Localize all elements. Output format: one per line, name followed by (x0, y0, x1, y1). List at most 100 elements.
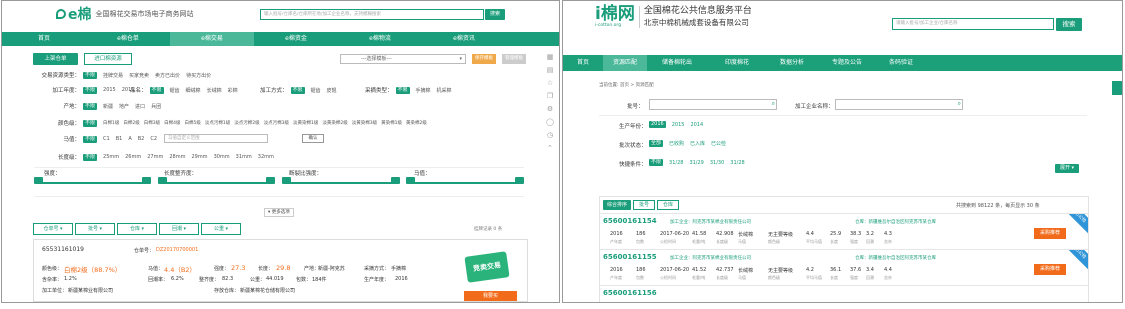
nav-news[interactable]: e棉资讯 (422, 32, 506, 46)
filter-option[interactable]: 待买方出价 (186, 72, 211, 79)
year-option[interactable]: 2015 (672, 122, 685, 128)
filter-option[interactable]: 黄染棉2级 (406, 120, 427, 126)
sort-warehouse[interactable]: 仓库 (657, 200, 679, 210)
filter-option[interactable]: 2015 (103, 87, 116, 93)
nav-trading[interactable]: e棉交易 (170, 32, 254, 46)
filter-option[interactable]: 白棉1级 (103, 120, 119, 126)
result-row[interactable]: 65600161155 加工企业：阿克苏市某棉业有限责任公司 仓库：新疆维吾尔自治区… (600, 249, 1088, 283)
filter-option[interactable]: 白棉3级 (144, 120, 160, 126)
filter-option[interactable]: 淡点污棉2级 (234, 120, 259, 126)
nav-funds[interactable]: e棉资金 (254, 32, 338, 46)
status-option[interactable]: 已公检 (711, 140, 726, 147)
nav-india-cotton[interactable]: 印度棉花 (707, 55, 767, 71)
strength-slider[interactable] (36, 182, 148, 184)
lot-number[interactable]: 65600161156 (603, 289, 657, 297)
grid-icon[interactable]: ▦ (547, 53, 554, 61)
row-warehouse[interactable]: 仓库：新疆维吾尔自治区阿克苏市某仓库 (855, 219, 936, 225)
lot-number[interactable]: 65600161155 (603, 253, 657, 261)
nav-analytics[interactable]: 数据分析 (767, 55, 817, 71)
row-maker[interactable]: 加工企业：阿克苏市某棉业有限责任公司 (670, 255, 751, 261)
filter-any-tag[interactable]: 不限 (149, 86, 164, 94)
filter-option[interactable]: 淡黄染棉2级 (322, 120, 347, 126)
year-option[interactable]: 2014 (690, 122, 703, 128)
filter-option[interactable]: 卖方已出价 (155, 72, 180, 79)
chat-icon[interactable]: ◯ (546, 118, 554, 126)
status-option[interactable]: 全部 (649, 140, 664, 147)
lot-input[interactable]: ⌕ (649, 99, 777, 110)
recommend-button[interactable]: 采购推荐 (1034, 228, 1066, 239)
filter-option[interactable]: 白棉4级 (164, 120, 180, 126)
sort-warehouse[interactable]: 仓库 ▾ (117, 223, 157, 235)
recommend-button[interactable]: 采购推荐 (1034, 264, 1066, 275)
quick-option[interactable]: 31/28 (669, 160, 683, 166)
nav-resource-match[interactable]: 资源匹配 (603, 55, 647, 71)
floating-toolbar[interactable] (1112, 81, 1122, 95)
filter-option[interactable]: 27mm (147, 154, 163, 160)
filter-option[interactable]: B2 (138, 136, 145, 142)
clock-icon[interactable]: ◷ (547, 131, 553, 139)
row-warehouse[interactable]: 仓库：新疆维吾尔自治区阿克苏市某仓库 (855, 255, 936, 261)
result-row[interactable]: 65600161154 加工企业：阿克苏市某棉业有限责任公司 仓库：新疆维吾尔自治区… (600, 213, 1088, 247)
filter-option[interactable]: 皮辊 (327, 87, 337, 94)
search-icon[interactable]: ⌕ (958, 100, 961, 108)
nav-logistics[interactable]: e棉物流 (338, 32, 422, 46)
filter-option[interactable]: 锯齿 (311, 87, 321, 94)
uniformity-max-handle[interactable] (266, 177, 275, 184)
mic-min-handle[interactable] (406, 177, 415, 184)
filter-any-tag[interactable]: 不限 (83, 153, 98, 161)
filter-option[interactable]: C2 (150, 136, 157, 142)
filter-option[interactable]: 淡黄染棉3级 (352, 120, 377, 126)
copy-icon[interactable]: ❐ (547, 92, 553, 100)
nav-home[interactable]: 首页 (2, 32, 86, 46)
sort-lot[interactable]: 批号 ▾ (75, 223, 115, 235)
top-icon[interactable]: ⌃ (547, 144, 553, 152)
filter-option[interactable]: C1 (103, 136, 110, 142)
uniformity-min-handle[interactable] (158, 177, 167, 184)
filter-option[interactable]: 淡点污棉1级 (205, 120, 230, 126)
filter-option[interactable]: 长绒棉 (207, 87, 222, 94)
i-cotton-logo[interactable]: i棉网 i-cotton.org 全国棉花公共信息服务平台 北京中棉机械成套设备… (595, 5, 752, 28)
filter-option[interactable]: 挂牌交易 (103, 72, 123, 79)
receipt-card[interactable]: 65531161019 仓单号： DZ20170700001 颜色级： 白棉2级… (33, 239, 528, 302)
sort-weight[interactable]: 公重 ▾ (201, 223, 241, 235)
filter-any-tag[interactable]: 不限 (83, 102, 98, 110)
manage-template-button[interactable]: 管理模板 (502, 54, 526, 64)
cert-value[interactable]: DZ20170700001 (156, 247, 198, 253)
tab-import-cotton[interactable]: 进口棉资源 (84, 53, 132, 65)
break-min-handle[interactable] (282, 177, 291, 184)
tab-listed-receipts[interactable]: 上架仓单 (33, 53, 78, 65)
result-row[interactable]: 65600161156 (600, 285, 1088, 302)
filter-option[interactable]: 白棉2级 (123, 120, 139, 126)
mic-max-handle[interactable] (515, 177, 524, 184)
search-input[interactable]: 请输入批号/加工企业/仓库名称 (892, 18, 1054, 30)
mic-range-input[interactable]: 马值自定义范围 (164, 134, 268, 143)
search-button[interactable]: 搜索 (485, 9, 505, 20)
nav-topics[interactable]: 专题及公告 (817, 55, 877, 71)
filter-option[interactable]: 手摘棉 (416, 87, 431, 94)
nav-barcode[interactable]: 条码验证 (877, 55, 925, 71)
filter-any-tag[interactable]: 不限 (83, 119, 98, 127)
filter-any-tag[interactable]: 不限 (395, 86, 410, 94)
expand-button[interactable]: 展开 ▾ (1055, 164, 1079, 173)
break-max-handle[interactable] (391, 177, 400, 184)
filter-any-tag[interactable]: 不限 (83, 71, 98, 79)
filter-option[interactable]: 新疆 (103, 103, 113, 110)
nav-warehouse-receipt[interactable]: e棉仓单 (86, 32, 170, 46)
mic-confirm-button[interactable]: 确认 (302, 134, 324, 143)
filter-option[interactable]: 机采棉 (437, 87, 452, 94)
filter-any-tag[interactable]: 不限 (83, 135, 98, 143)
filter-option[interactable]: 淡黄染棉1级 (293, 120, 318, 126)
nav-reserve[interactable]: 储备棉轮出 (647, 55, 707, 71)
filter-option[interactable]: 白棉5级 (185, 120, 201, 126)
filter-option[interactable]: 进口 (135, 103, 145, 110)
uniformity-slider[interactable] (160, 182, 272, 184)
search-button[interactable]: 搜索 (1056, 18, 1082, 31)
filter-option[interactable]: 彩棉 (228, 87, 238, 94)
filter-option[interactable]: 32mm (258, 154, 274, 160)
search-input[interactable]: 输入批号/仓库名/仓库所在地/加工企业名称，支持模糊搜索 (260, 9, 484, 20)
filter-option[interactable]: B1 (116, 136, 123, 142)
sort-lot[interactable]: 批号 (633, 200, 655, 210)
e-cotton-logo[interactable]: e棉 全国棉花交易市场电子商务网站 (56, 4, 194, 24)
filter-option[interactable]: 买家竞卖 (129, 72, 149, 79)
year-option[interactable]: 2016 (649, 121, 666, 128)
